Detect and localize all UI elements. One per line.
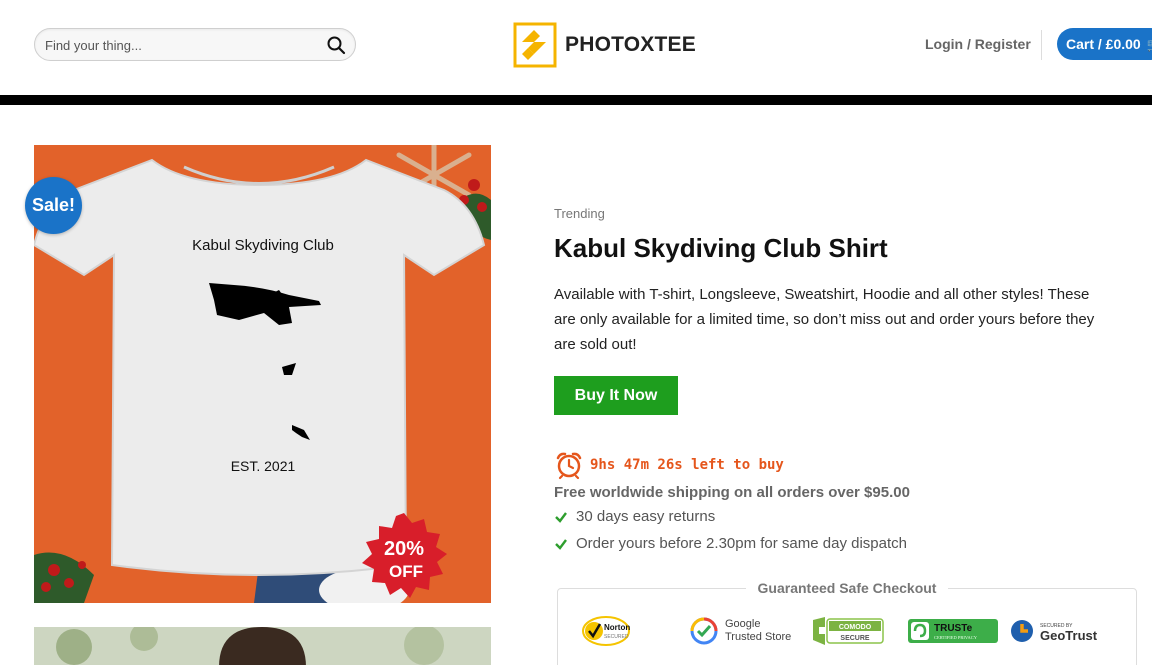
- geotrust-icon: SECURED BY GeoTrust: [1011, 620, 1098, 643]
- safe-checkout-title: Guaranteed Safe Checkout: [745, 580, 949, 596]
- shirt-print-est: EST. 2021: [231, 458, 296, 474]
- photoxtee-logo-icon: [513, 22, 557, 68]
- discount-off: OFF: [389, 562, 423, 581]
- header-divider: [1041, 30, 1042, 60]
- geotrust-brand: GeoTrust: [1040, 628, 1098, 643]
- site-header: PHOTOXTEE Login / Register Cart / £0.00 🛒: [0, 0, 1152, 95]
- feature-text: Order yours before 2.30pm for same day d…: [576, 535, 907, 552]
- feature-text: 30 days easy returns: [576, 508, 716, 525]
- comodo-label: COMODO: [839, 624, 872, 631]
- countdown-text: 9hs 47m 26s left to buy: [590, 457, 784, 473]
- norton-icon: Norton SECURED: [582, 616, 630, 646]
- search-bar[interactable]: [34, 28, 356, 61]
- comodo-badge: COMODO SECURE: [811, 613, 885, 649]
- search-input[interactable]: [45, 35, 315, 55]
- norton-label: Norton: [604, 623, 630, 632]
- google-label: Google: [725, 618, 761, 630]
- cart-label: Cart / £0.00: [1066, 36, 1141, 52]
- comodo-icon: COMODO SECURE: [813, 617, 884, 645]
- product-title: Kabul Skydiving Club Shirt: [554, 233, 888, 263]
- search-icon[interactable]: [326, 35, 346, 55]
- alarm-clock-icon: [556, 452, 582, 480]
- check-icon: [555, 538, 567, 550]
- buy-it-now-button[interactable]: Buy It Now: [554, 376, 678, 415]
- logo-text: PHOTOXTEE: [565, 33, 696, 56]
- google-sub: Trusted Store: [725, 631, 792, 643]
- login-register-link[interactable]: Login / Register: [925, 36, 1031, 52]
- discount-percent: 20%: [384, 538, 424, 560]
- site-logo[interactable]: PHOTOXTEE: [513, 22, 696, 68]
- product-category[interactable]: Trending: [554, 206, 605, 221]
- sale-badge: Sale!: [25, 177, 82, 234]
- product-image[interactable]: Kabul Skydiving Club EST. 2021 20% OFF: [34, 145, 491, 603]
- truste-icon: TRUSTe CERTIFIED PRIVACY: [908, 619, 998, 643]
- google-trusted-badge: Google Trusted Store: [689, 613, 791, 649]
- cart-button[interactable]: Cart / £0.00 🛒: [1057, 28, 1152, 60]
- geotrust-badge: SECURED BY GeoTrust: [1010, 613, 1110, 649]
- truste-sub: CERTIFIED PRIVACY: [934, 635, 978, 640]
- header-separator-bar: [0, 95, 1152, 105]
- cart-icon: 🛒: [1147, 29, 1152, 61]
- safe-checkout-box: Guaranteed Safe Checkout Norton SECURED …: [557, 580, 1137, 665]
- comodo-sub: SECURE: [840, 635, 870, 642]
- truste-label: TRUSTe: [934, 623, 973, 634]
- feature-item-dispatch: Order yours before 2.30pm for same day d…: [554, 535, 907, 552]
- feature-item-returns: 30 days easy returns: [554, 508, 715, 525]
- norton-badge: Norton SECURED: [582, 613, 630, 649]
- product-description: Available with T-shirt, Longsleeve, Swea…: [554, 286, 1095, 353]
- norton-sub: SECURED: [604, 634, 629, 640]
- check-icon: [555, 511, 567, 523]
- shirt-print-title: Kabul Skydiving Club: [192, 237, 334, 254]
- product-thumbnail-2[interactable]: [34, 627, 491, 665]
- google-shield-icon: [690, 617, 718, 645]
- truste-badge: TRUSTe CERTIFIED PRIVACY: [908, 613, 998, 649]
- countdown-timer: 9hs 47m 26s left to buy: [554, 450, 784, 480]
- shipping-info: Free worldwide shipping on all orders ov…: [554, 484, 910, 501]
